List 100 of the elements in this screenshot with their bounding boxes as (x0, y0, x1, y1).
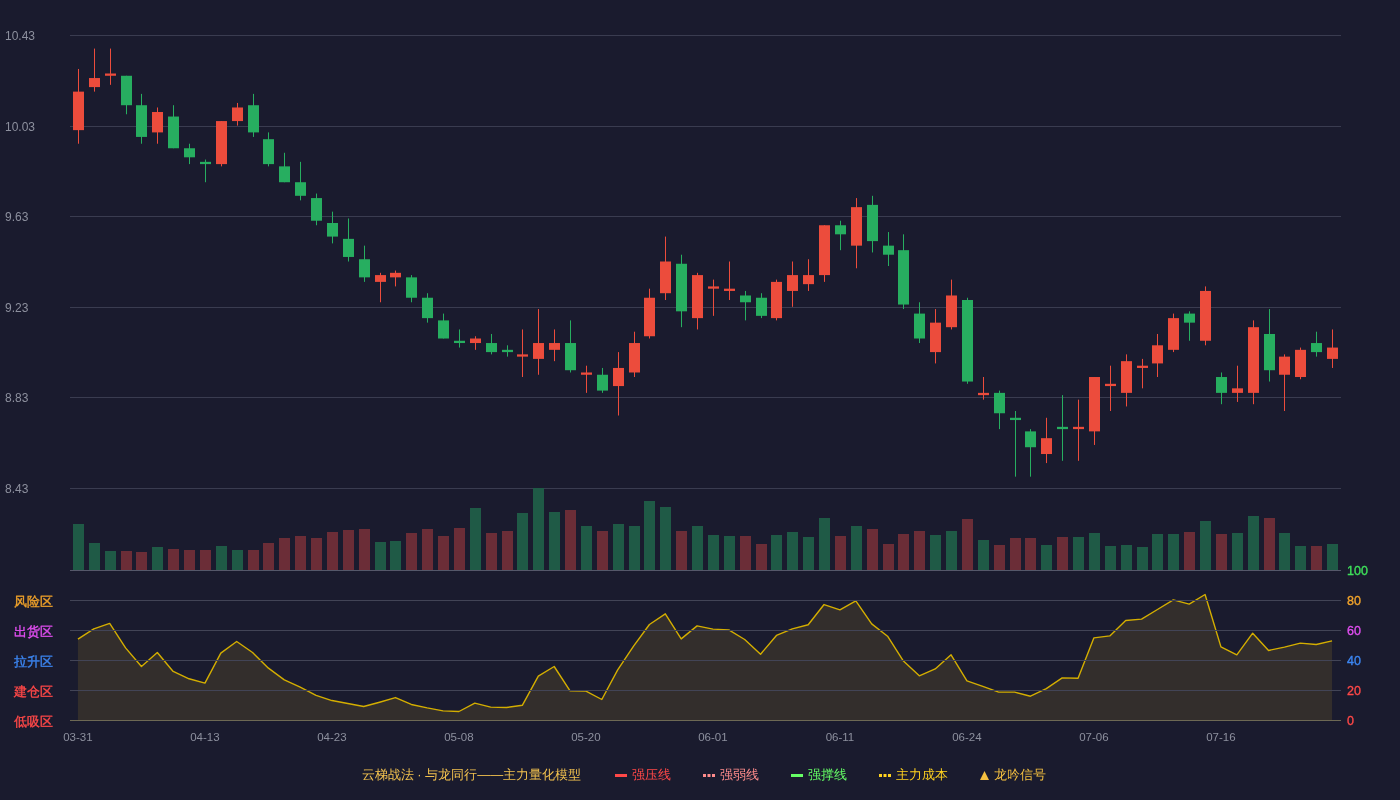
candlestick (581, 365, 592, 394)
candlestick (597, 367, 608, 394)
axis-label: 8.83 (5, 390, 29, 405)
axis-label: 04-13 (190, 731, 220, 743)
candlestick (1327, 328, 1338, 369)
candlestick (835, 220, 846, 251)
axis-label: 03-31 (63, 731, 93, 743)
candlestick (216, 120, 227, 167)
candlestick (438, 313, 449, 339)
candlestick (1010, 410, 1021, 478)
legend-item[interactable]: 主力成本 (879, 766, 949, 784)
axis-label: 60 (1347, 624, 1361, 638)
candlestick (263, 131, 274, 167)
candlestick (1137, 358, 1148, 389)
candlestick (1200, 285, 1211, 346)
candlestick (1057, 394, 1068, 462)
candlestick (533, 308, 544, 376)
candlestick (200, 159, 211, 183)
candlestick (549, 328, 560, 362)
candlestick (771, 279, 782, 321)
candlestick (406, 274, 417, 303)
candlestick (279, 152, 290, 183)
candlestick (1105, 365, 1116, 412)
candlestick (914, 301, 925, 344)
candlestick (851, 197, 862, 269)
candlestick (502, 344, 513, 358)
candlestick (184, 143, 195, 165)
axis-label: 10.43 (5, 28, 36, 43)
zone-label: 出货区 (14, 624, 53, 639)
candlestick (1168, 313, 1179, 353)
axis-label: 06-24 (952, 731, 982, 743)
candlestick (1184, 310, 1195, 342)
candlestick (136, 93, 147, 145)
axis-label: 05-08 (444, 731, 474, 743)
candlestick (422, 292, 433, 324)
candlestick (708, 279, 719, 317)
legend-item[interactable]: 强压线 (615, 766, 672, 784)
candlestick (867, 195, 878, 253)
candlestick (803, 258, 814, 292)
candlestick (1121, 353, 1132, 407)
candlestick (1041, 417, 1052, 464)
axis-label: 06-11 (825, 731, 855, 743)
candlestick (105, 48, 116, 86)
legend-item[interactable]: 龙吟信号 (980, 766, 1047, 784)
candlestick (946, 279, 957, 330)
axis-label: 40 (1347, 654, 1361, 668)
candlestick (89, 48, 100, 93)
candlestick (692, 272, 703, 330)
axis-label: 8.43 (5, 481, 29, 496)
axis-label: 07-16 (1206, 731, 1236, 743)
candlestick (787, 261, 798, 308)
candlestick (375, 272, 386, 303)
zone-label: 低吸区 (14, 714, 53, 729)
candlestick (470, 335, 481, 351)
axis-label: 10.03 (5, 119, 36, 134)
candlestick (1295, 347, 1306, 380)
candlestick (517, 328, 528, 378)
axis-label: 80 (1347, 594, 1361, 608)
legend-title: 云梯战法 · 与龙同行——主力量化模型 (361, 766, 582, 784)
candlestick (1279, 353, 1290, 412)
axis-label: 0 (1347, 714, 1354, 728)
legend-item[interactable]: 强撑线 (791, 766, 848, 784)
axis-label: 20 (1347, 684, 1361, 698)
axis-label: 06-01 (698, 731, 728, 743)
axis-label: 9.23 (5, 300, 29, 315)
candlestick (978, 376, 989, 401)
candlestick (343, 217, 354, 262)
candlestick (359, 245, 370, 283)
axis-label: 07-06 (1079, 731, 1109, 743)
candlestick (248, 93, 259, 138)
zone-label: 风险区 (14, 594, 53, 609)
candlestick (454, 328, 465, 349)
candlestick (1311, 331, 1322, 358)
candlestick (724, 261, 735, 301)
candlestick (1073, 399, 1084, 462)
candlestick (644, 288, 655, 339)
candlestick (152, 107, 163, 145)
axis-label: 100 (1347, 564, 1368, 578)
candlestick (295, 161, 306, 201)
axis-label: 05-20 (571, 731, 601, 743)
candlestick (994, 390, 1005, 430)
candlestick (660, 236, 671, 301)
candlestick (486, 333, 497, 355)
candlestick (390, 270, 401, 287)
axis-label: 9.63 (5, 209, 29, 224)
candlestick (756, 292, 767, 319)
candlestick (613, 351, 624, 416)
candlestick (232, 102, 243, 127)
legend-item[interactable]: 强弱线 (703, 766, 760, 784)
candlestick (168, 104, 179, 149)
candlestick (121, 75, 132, 115)
candlestick (1216, 372, 1227, 405)
candlestick (1089, 376, 1100, 446)
zone-label: 拉升区 (14, 654, 53, 669)
candlestick (1025, 428, 1036, 478)
axis-label: 04-23 (317, 731, 347, 743)
zone-label: 建仓区 (14, 684, 53, 699)
candlestick (1232, 365, 1243, 403)
candlestick (819, 224, 830, 283)
candlestick (740, 290, 751, 321)
